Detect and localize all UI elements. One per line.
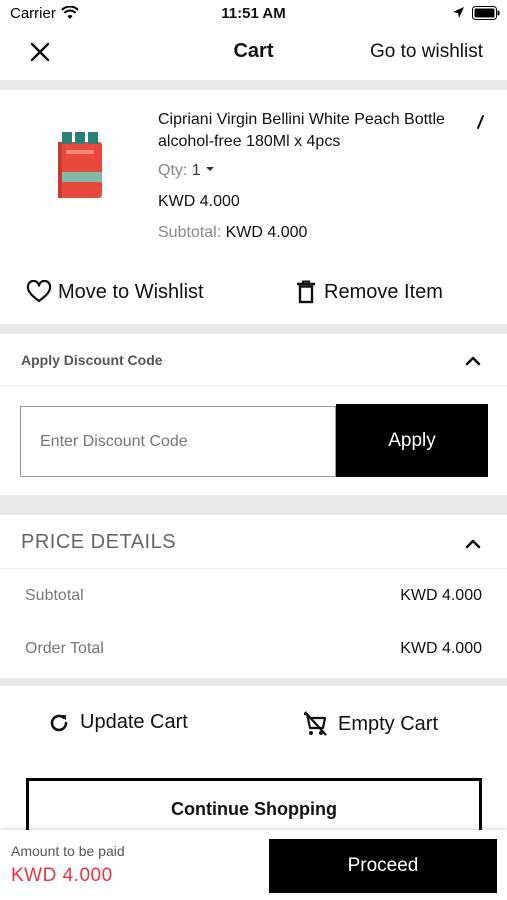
chevron-up-icon[interactable] xyxy=(465,537,481,549)
proceed-button[interactable]: Proceed xyxy=(269,839,497,893)
nav-header: Cart Go to wishlist xyxy=(0,28,507,78)
cart-item: Cipriani Virgin Bellini White Peach Bott… xyxy=(0,92,507,324)
discount-heading: Apply Discount Code xyxy=(21,352,163,368)
empty-cart-label: Empty Cart xyxy=(338,712,439,735)
amount-label: Amount to be paid xyxy=(11,843,125,859)
subtotal-label: Subtotal: xyxy=(158,224,222,241)
edit-icon[interactable] xyxy=(472,114,488,130)
chevron-up-icon[interactable] xyxy=(465,354,481,366)
remove-item-button[interactable]: Remove Item xyxy=(296,280,443,304)
battery-icon xyxy=(472,6,500,20)
price-row-label: Order Total xyxy=(25,640,104,657)
qty-value: 1 xyxy=(191,162,201,179)
checkout-bar: Amount to be paid KWD 4.000 Proceed xyxy=(0,830,507,900)
item-price: KWD 4.000 xyxy=(158,193,240,210)
price-row-value: KWD 4.000 xyxy=(400,587,482,604)
discount-code-input[interactable] xyxy=(20,406,336,477)
move-to-wishlist-button[interactable]: Move to Wishlist xyxy=(26,280,204,304)
price-row-subtotal: Subtotal KWD 4.000 xyxy=(25,587,482,605)
price-row-label: Subtotal xyxy=(25,587,84,604)
qty-label: Qty: xyxy=(158,162,188,179)
price-details-heading: PRICE DETAILS xyxy=(21,531,177,553)
cart-remove-icon xyxy=(304,711,327,736)
apply-discount-button[interactable]: Apply xyxy=(336,404,488,477)
empty-cart-button[interactable]: Empty Cart xyxy=(302,711,438,737)
trash-icon xyxy=(297,280,315,304)
status-time: 11:51 AM xyxy=(221,5,286,22)
price-row-order-total: Order Total KWD 4.000 xyxy=(25,640,482,658)
location-icon xyxy=(453,7,464,18)
quantity-selector[interactable]: Qty: 1 xyxy=(158,162,215,180)
divider xyxy=(0,678,507,686)
divider xyxy=(0,495,507,515)
go-to-wishlist-link[interactable]: Go to wishlist xyxy=(370,41,483,63)
price-details-header[interactable]: PRICE DETAILS xyxy=(0,515,507,569)
move-to-wishlist-label: Move to Wishlist xyxy=(58,280,204,303)
remove-item-label: Remove Item xyxy=(324,280,443,303)
price-row-value: KWD 4.000 xyxy=(400,640,482,657)
update-cart-label: Update Cart xyxy=(80,711,188,733)
status-bar: Carrier 11:51 AM xyxy=(0,0,507,28)
refresh-icon xyxy=(50,714,68,731)
chevron-down-icon xyxy=(206,167,215,172)
amount-value: KWD 4.000 xyxy=(11,865,113,886)
divider xyxy=(0,80,507,90)
divider xyxy=(0,324,507,334)
subtotal-value: KWD 4.000 xyxy=(225,224,308,241)
product-image[interactable] xyxy=(52,128,108,200)
heart-icon xyxy=(26,280,52,303)
continue-shopping-button[interactable]: Continue Shopping xyxy=(26,778,482,838)
product-name[interactable]: Cipriani Virgin Bellini White Peach Bott… xyxy=(158,109,473,153)
discount-section-header[interactable]: Apply Discount Code xyxy=(0,334,507,386)
item-subtotal: Subtotal: KWD 4.000 xyxy=(158,224,307,242)
update-cart-button[interactable]: Update Cart xyxy=(48,711,188,734)
